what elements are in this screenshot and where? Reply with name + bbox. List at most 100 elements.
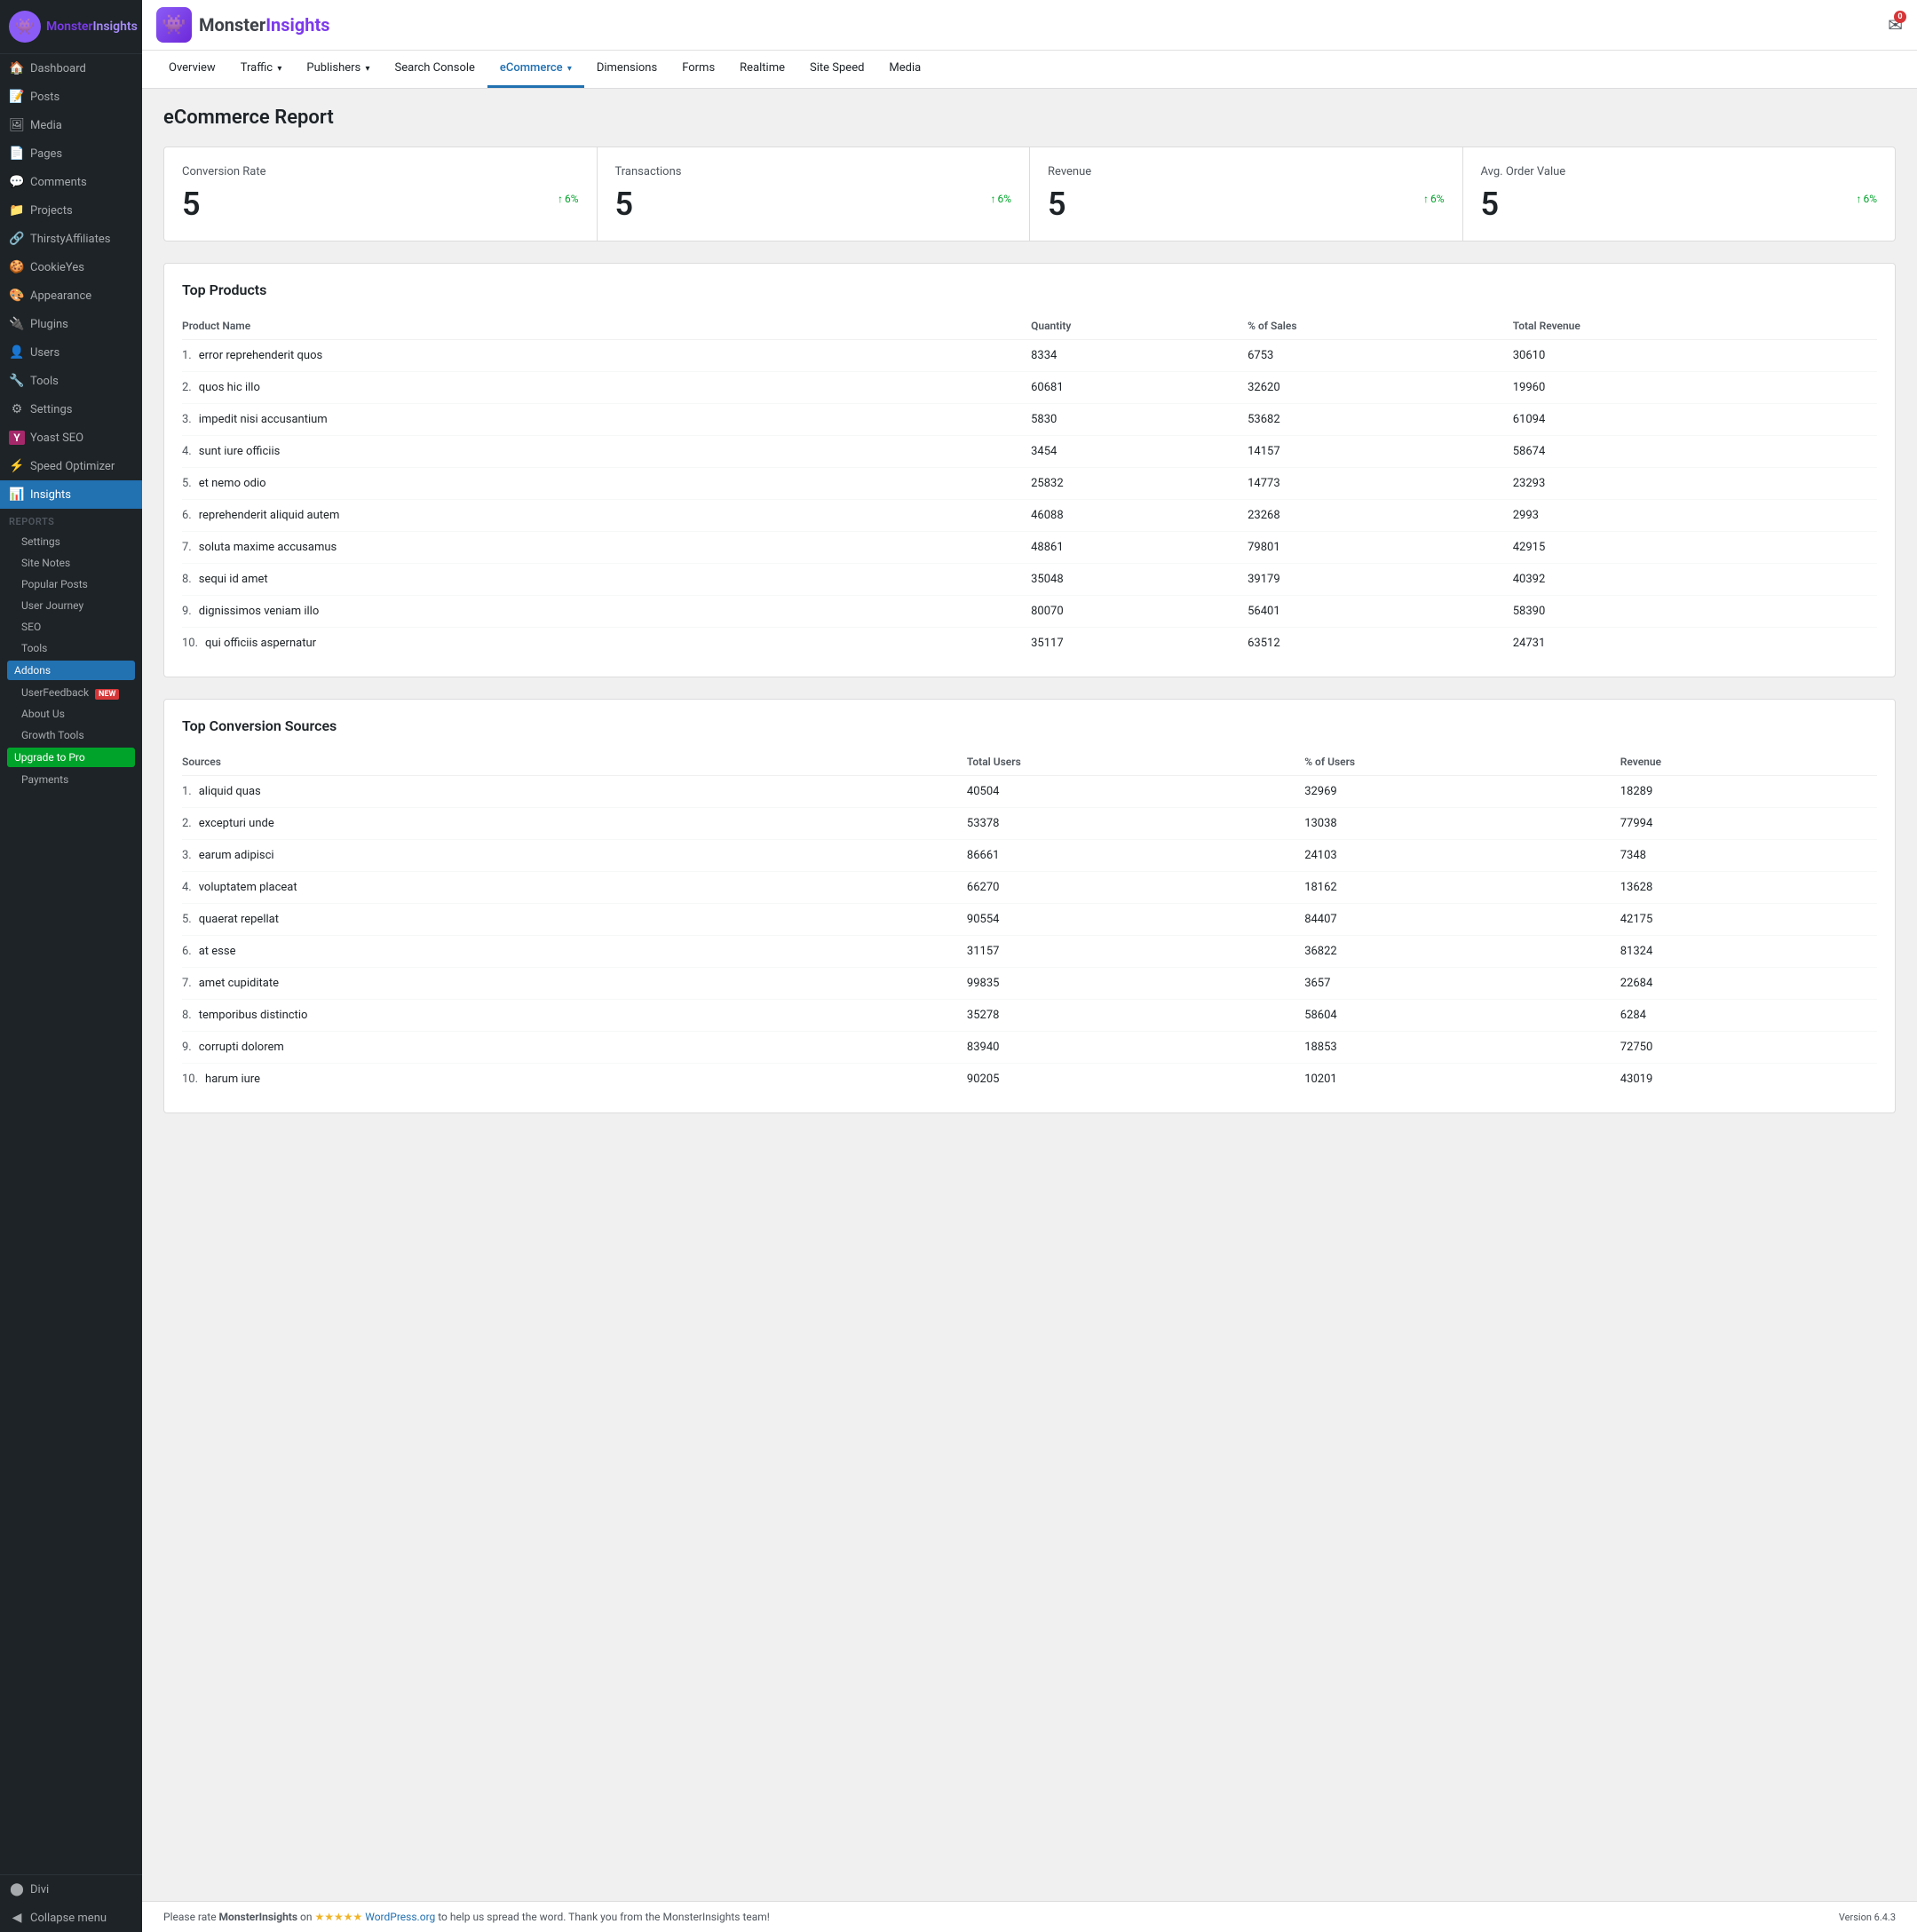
tab-site-speed[interactable]: Site Speed bbox=[797, 51, 876, 88]
pages-icon: 📄 bbox=[9, 146, 25, 161]
col-revenue: Revenue bbox=[1620, 748, 1877, 776]
sidebar-sub-site-notes[interactable]: Site Notes bbox=[0, 552, 142, 574]
plugins-icon: 🔌 bbox=[9, 317, 25, 331]
conversion-rate-change: ↑ 6% bbox=[558, 193, 579, 205]
sidebar-sub-user-journey[interactable]: User Journey bbox=[0, 595, 142, 616]
table-row: 10.harum iure 90205 10201 43019 bbox=[182, 1064, 1877, 1096]
dashboard-icon: 🏠 bbox=[9, 61, 25, 75]
col-quantity: Quantity bbox=[1031, 313, 1248, 340]
topbar-brand: MonsterInsights bbox=[199, 14, 329, 36]
tab-traffic[interactable]: Traffic ▾ bbox=[228, 51, 295, 88]
top-conversion-sources-section: Top Conversion Sources Sources Total Use… bbox=[163, 699, 1896, 1113]
transactions-change: ↑ 6% bbox=[990, 193, 1011, 205]
new-badge: NEW bbox=[95, 689, 119, 700]
sidebar-item-divi[interactable]: ⬤ Divi bbox=[0, 1875, 142, 1904]
stat-card-conversion-rate: Conversion Rate 5 ↑ 6% bbox=[164, 147, 597, 241]
table-row: 4.sunt iure officiis 3454 14157 58674 bbox=[182, 436, 1877, 468]
sidebar-item-posts[interactable]: 📝 Posts bbox=[0, 83, 142, 111]
footer-stars: ★★★★★ bbox=[314, 1911, 362, 1923]
sidebar-item-appearance[interactable]: 🎨 Appearance bbox=[0, 281, 142, 310]
table-row: 10.qui officiis aspernatur 35117 63512 2… bbox=[182, 628, 1877, 660]
col-total-revenue: Total Revenue bbox=[1513, 313, 1877, 340]
tools-icon: 🔧 bbox=[9, 374, 25, 388]
sidebar-item-users[interactable]: 👤 Users bbox=[0, 338, 142, 367]
tab-overview[interactable]: Overview bbox=[156, 51, 228, 88]
col-product-name: Product Name bbox=[182, 313, 1031, 340]
sidebar-sub-addons[interactable]: Addons bbox=[7, 661, 135, 680]
sidebar-collapse-menu[interactable]: ◀ Collapse menu bbox=[0, 1904, 142, 1932]
sidebar-item-cookieyes[interactable]: 🍪 CookieYes bbox=[0, 253, 142, 281]
arrow-up-icon: ↑ bbox=[558, 193, 563, 205]
revenue-value: 5 bbox=[1048, 186, 1066, 223]
sidebar-sub-payments[interactable]: Payments bbox=[0, 769, 142, 790]
top-products-title: Top Products bbox=[182, 281, 1877, 298]
sidebar-sub-tools[interactable]: Tools bbox=[0, 637, 142, 659]
sidebar-reports-section: Reports bbox=[0, 509, 142, 531]
page-content: eCommerce Report Conversion Rate 5 ↑ 6% … bbox=[142, 89, 1917, 1901]
tab-publishers[interactable]: Publishers ▾ bbox=[294, 51, 382, 88]
revenue-row: 5 ↑ 6% bbox=[1048, 186, 1445, 223]
transactions-value: 5 bbox=[615, 186, 634, 223]
transactions-row: 5 ↑ 6% bbox=[615, 186, 1012, 223]
sidebar-item-thirsty[interactable]: 🔗 ThirstyAffiliates bbox=[0, 225, 142, 253]
sidebar-sub-seo[interactable]: SEO bbox=[0, 616, 142, 637]
sidebar-logo: 👾 MonsterInsights bbox=[0, 0, 142, 54]
tab-realtime[interactable]: Realtime bbox=[727, 51, 797, 88]
sidebar-sub-popular-posts[interactable]: Popular Posts bbox=[0, 574, 142, 595]
sidebar-item-settings[interactable]: ⚙ Settings bbox=[0, 395, 142, 424]
table-row: 7.soluta maxime accusamus 48861 79801 42… bbox=[182, 532, 1877, 564]
avg-order-value: 5 bbox=[1481, 186, 1500, 223]
revenue-change: ↑ 6% bbox=[1423, 193, 1445, 205]
sidebar-logo-icon: 👾 bbox=[9, 11, 41, 43]
footer-wordpress-link[interactable]: WordPress.org bbox=[365, 1911, 435, 1923]
sidebar-sub-userfeedback[interactable]: UserFeedback NEW bbox=[0, 682, 142, 703]
table-row: 2.quos hic illo 60681 32620 19960 bbox=[182, 372, 1877, 404]
sidebar-sub-upgrade[interactable]: Upgrade to Pro bbox=[7, 748, 135, 767]
sidebar-item-speed[interactable]: ⚡ Speed Optimizer bbox=[0, 452, 142, 480]
sidebar-sub-about[interactable]: About Us bbox=[0, 703, 142, 724]
traffic-chevron-icon: ▾ bbox=[277, 64, 281, 74]
col-total-users: Total Users bbox=[967, 748, 1304, 776]
users-icon: 👤 bbox=[9, 345, 25, 360]
table-row: 2.excepturi unde 53378 13038 77994 bbox=[182, 808, 1877, 840]
sidebar-item-projects[interactable]: 📁 Projects bbox=[0, 196, 142, 225]
sidebar-item-plugins[interactable]: 🔌 Plugins bbox=[0, 310, 142, 338]
sidebar-item-tools[interactable]: 🔧 Tools bbox=[0, 367, 142, 395]
collapse-icon: ◀ bbox=[9, 1911, 25, 1925]
sidebar-item-media[interactable]: 🖼 Media bbox=[0, 111, 142, 139]
sidebar-item-dashboard[interactable]: 🏠 Dashboard bbox=[0, 54, 142, 83]
stat-card-transactions: Transactions 5 ↑ 6% bbox=[598, 147, 1030, 241]
footer-rate-text: Please rate MonsterInsights on ★★★★★ Wor… bbox=[163, 1911, 770, 1923]
table-row: 5.quaerat repellat 90554 84407 42175 bbox=[182, 904, 1877, 936]
main-content: 👾 MonsterInsights ✉ 0 Overview Traffic ▾… bbox=[142, 0, 1917, 1932]
table-row: 8.temporibus distinctio 35278 58604 6284 bbox=[182, 1000, 1877, 1032]
sidebar-item-comments[interactable]: 💬 Comments bbox=[0, 168, 142, 196]
tab-search-console[interactable]: Search Console bbox=[383, 51, 487, 88]
thirsty-icon: 🔗 bbox=[9, 232, 25, 246]
stat-cards: Conversion Rate 5 ↑ 6% Transactions 5 ↑ … bbox=[163, 146, 1896, 242]
table-row: 3.earum adipisci 86661 24103 7348 bbox=[182, 840, 1877, 872]
tab-ecommerce[interactable]: eCommerce ▾ bbox=[487, 51, 584, 88]
sidebar-item-pages[interactable]: 📄 Pages bbox=[0, 139, 142, 168]
col-pct-sales: % of Sales bbox=[1248, 313, 1513, 340]
divi-icon: ⬤ bbox=[9, 1882, 25, 1896]
top-conversion-sources-table: Sources Total Users % of Users Revenue 1… bbox=[182, 748, 1877, 1095]
revenue-label: Revenue bbox=[1048, 165, 1445, 178]
media-icon: 🖼 bbox=[9, 118, 25, 132]
sidebar-sub-growth[interactable]: Growth Tools bbox=[0, 724, 142, 746]
table-row: 6.reprehenderit aliquid autem 46088 2326… bbox=[182, 500, 1877, 532]
table-row: 1.aliquid quas 40504 32969 18289 bbox=[182, 776, 1877, 808]
tab-dimensions[interactable]: Dimensions bbox=[584, 51, 669, 88]
sidebar-item-yoast[interactable]: Y Yoast SEO bbox=[0, 424, 142, 452]
tab-forms[interactable]: Forms bbox=[669, 51, 727, 88]
topbar-notification[interactable]: ✉ 0 bbox=[1888, 14, 1903, 36]
sidebar-item-insights[interactable]: 📊 Insights bbox=[0, 480, 142, 509]
tab-media[interactable]: Media bbox=[876, 51, 933, 88]
yoast-icon: Y bbox=[9, 431, 25, 445]
insights-icon: 📊 bbox=[9, 487, 25, 502]
sidebar-sub-settings[interactable]: Settings bbox=[0, 531, 142, 552]
projects-icon: 📁 bbox=[9, 203, 25, 218]
col-sources: Sources bbox=[182, 748, 967, 776]
topbar-logo: 👾 MonsterInsights bbox=[156, 7, 329, 43]
table-row: 7.amet cupiditate 99835 3657 22684 bbox=[182, 968, 1877, 1000]
